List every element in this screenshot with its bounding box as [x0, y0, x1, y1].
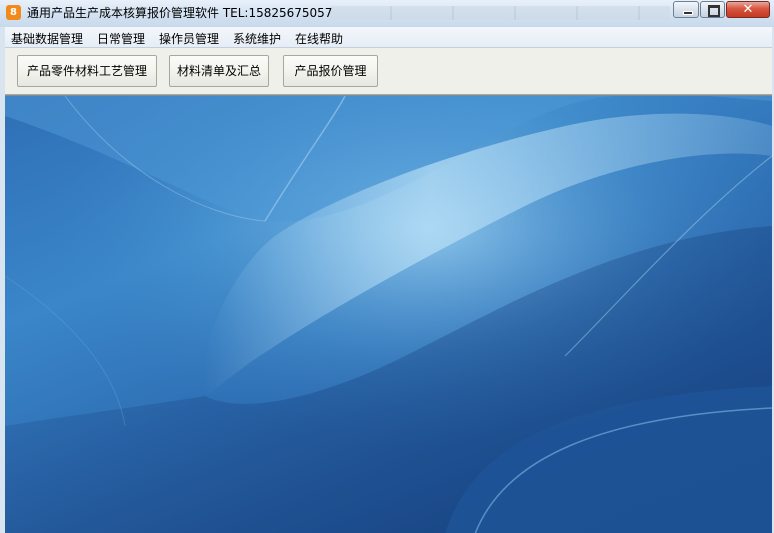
title-bar[interactable]: 8 通用产品生产成本核算报价管理软件 TEL:15825675057 ✕	[0, 0, 774, 27]
menu-operator-management[interactable]: 操作员管理	[159, 30, 219, 47]
menu-online-help[interactable]: 在线帮助	[295, 30, 343, 47]
minimize-icon	[683, 11, 693, 15]
menu-daily-management[interactable]: 日常管理	[97, 30, 145, 47]
wallpaper-image	[5, 96, 772, 533]
parts-materials-process-button[interactable]: 产品零件材料工艺管理	[17, 55, 157, 87]
minimize-button[interactable]	[673, 1, 699, 18]
main-window: 8 通用产品生产成本核算报价管理软件 TEL:15825675057 ✕ 基础数…	[0, 0, 774, 533]
close-button[interactable]: ✕	[726, 1, 770, 18]
app-icon[interactable]: 8	[6, 5, 21, 20]
close-icon: ✕	[742, 2, 754, 17]
material-list-summary-button[interactable]: 材料清单及汇总	[169, 55, 269, 87]
maximize-button[interactable]	[700, 1, 725, 18]
taskbar-reflection	[330, 6, 670, 20]
menu-basic-data[interactable]: 基础数据管理	[11, 30, 83, 47]
maximize-icon	[708, 5, 720, 17]
menu-bar: 基础数据管理 日常管理 操作员管理 系统维护 在线帮助	[5, 27, 772, 48]
desktop-background	[5, 95, 772, 533]
product-quote-button[interactable]: 产品报价管理	[283, 55, 378, 87]
toolbar: 产品零件材料工艺管理 材料清单及汇总 产品报价管理	[5, 48, 772, 95]
menu-system-maintenance[interactable]: 系统维护	[233, 30, 281, 47]
window-title: 通用产品生产成本核算报价管理软件 TEL:15825675057	[27, 6, 333, 20]
